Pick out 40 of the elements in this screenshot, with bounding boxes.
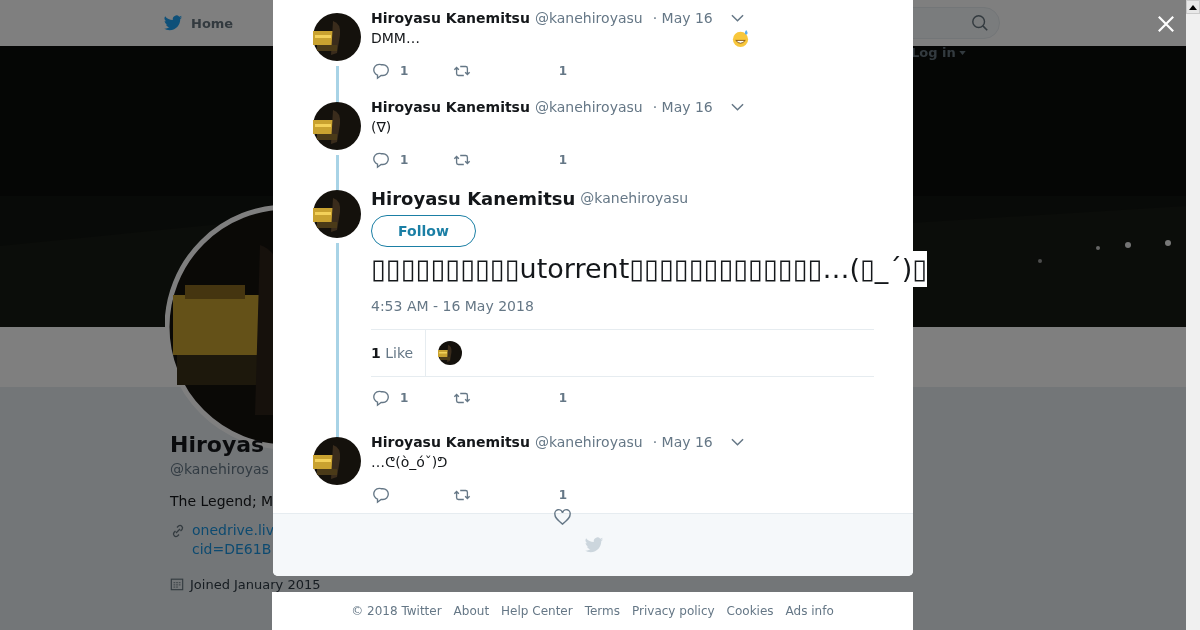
author-name[interactable]: Hiroyasu Kanemitsu: [371, 434, 530, 450]
footer-link[interactable]: Cookies: [726, 604, 774, 618]
avatar[interactable]: [313, 437, 361, 485]
heart-icon[interactable]: [553, 508, 572, 527]
likes-stat[interactable]: 1 Like: [371, 330, 427, 376]
reply-count: 1: [400, 391, 409, 405]
scroll-up-button[interactable]: [1186, 0, 1200, 14]
bird-icon: [163, 13, 183, 33]
tweet-date[interactable]: · May 16: [652, 434, 713, 450]
profile-handle: @kanehiroyas: [170, 460, 269, 478]
author-handle[interactable]: @kanehiroyasu: [534, 434, 643, 450]
calendar-icon: [170, 577, 184, 591]
search-icon: [971, 14, 989, 32]
avatar[interactable]: [438, 341, 463, 365]
copyright-text: © 2018 Twitter: [351, 604, 442, 618]
profile-name: Hiroyas: [170, 431, 265, 459]
like-count: 1: [558, 488, 568, 502]
like-count: 1: [558, 391, 568, 405]
footer-link[interactable]: Ads info: [785, 604, 834, 618]
author-name[interactable]: Hiroyasu Kanemitsu: [371, 10, 530, 26]
profile-bio: The Legend; M: [170, 492, 274, 511]
bird-icon: [583, 535, 604, 555]
tweet-date[interactable]: · May 16: [652, 10, 713, 26]
footer-link[interactable]: Privacy policy: [632, 604, 715, 618]
reply-icon[interactable]: [373, 389, 391, 407]
chevron-icon[interactable]: [731, 438, 744, 446]
up-arrow-icon: [1189, 4, 1197, 10]
chevron-icon[interactable]: [731, 14, 744, 22]
footer-link[interactable]: Terms: [584, 604, 620, 618]
reply-icon[interactable]: [373, 486, 391, 504]
tweet-text: DMM…: [371, 30, 420, 46]
author-handle[interactable]: @kanehiroyasu: [534, 10, 643, 26]
close-icon[interactable]: [1157, 15, 1175, 33]
home-link[interactable]: Home: [163, 13, 234, 33]
footer-link[interactable]: About: [453, 604, 490, 618]
footer-link[interactable]: Help Center: [501, 604, 573, 618]
link-icon: [170, 523, 186, 539]
joined-date: Joined January 2015: [190, 578, 321, 591]
scrollbar[interactable]: [1186, 0, 1200, 630]
tweet-text: …ᕦ(ò_óˇ)ᕤ: [371, 454, 448, 470]
